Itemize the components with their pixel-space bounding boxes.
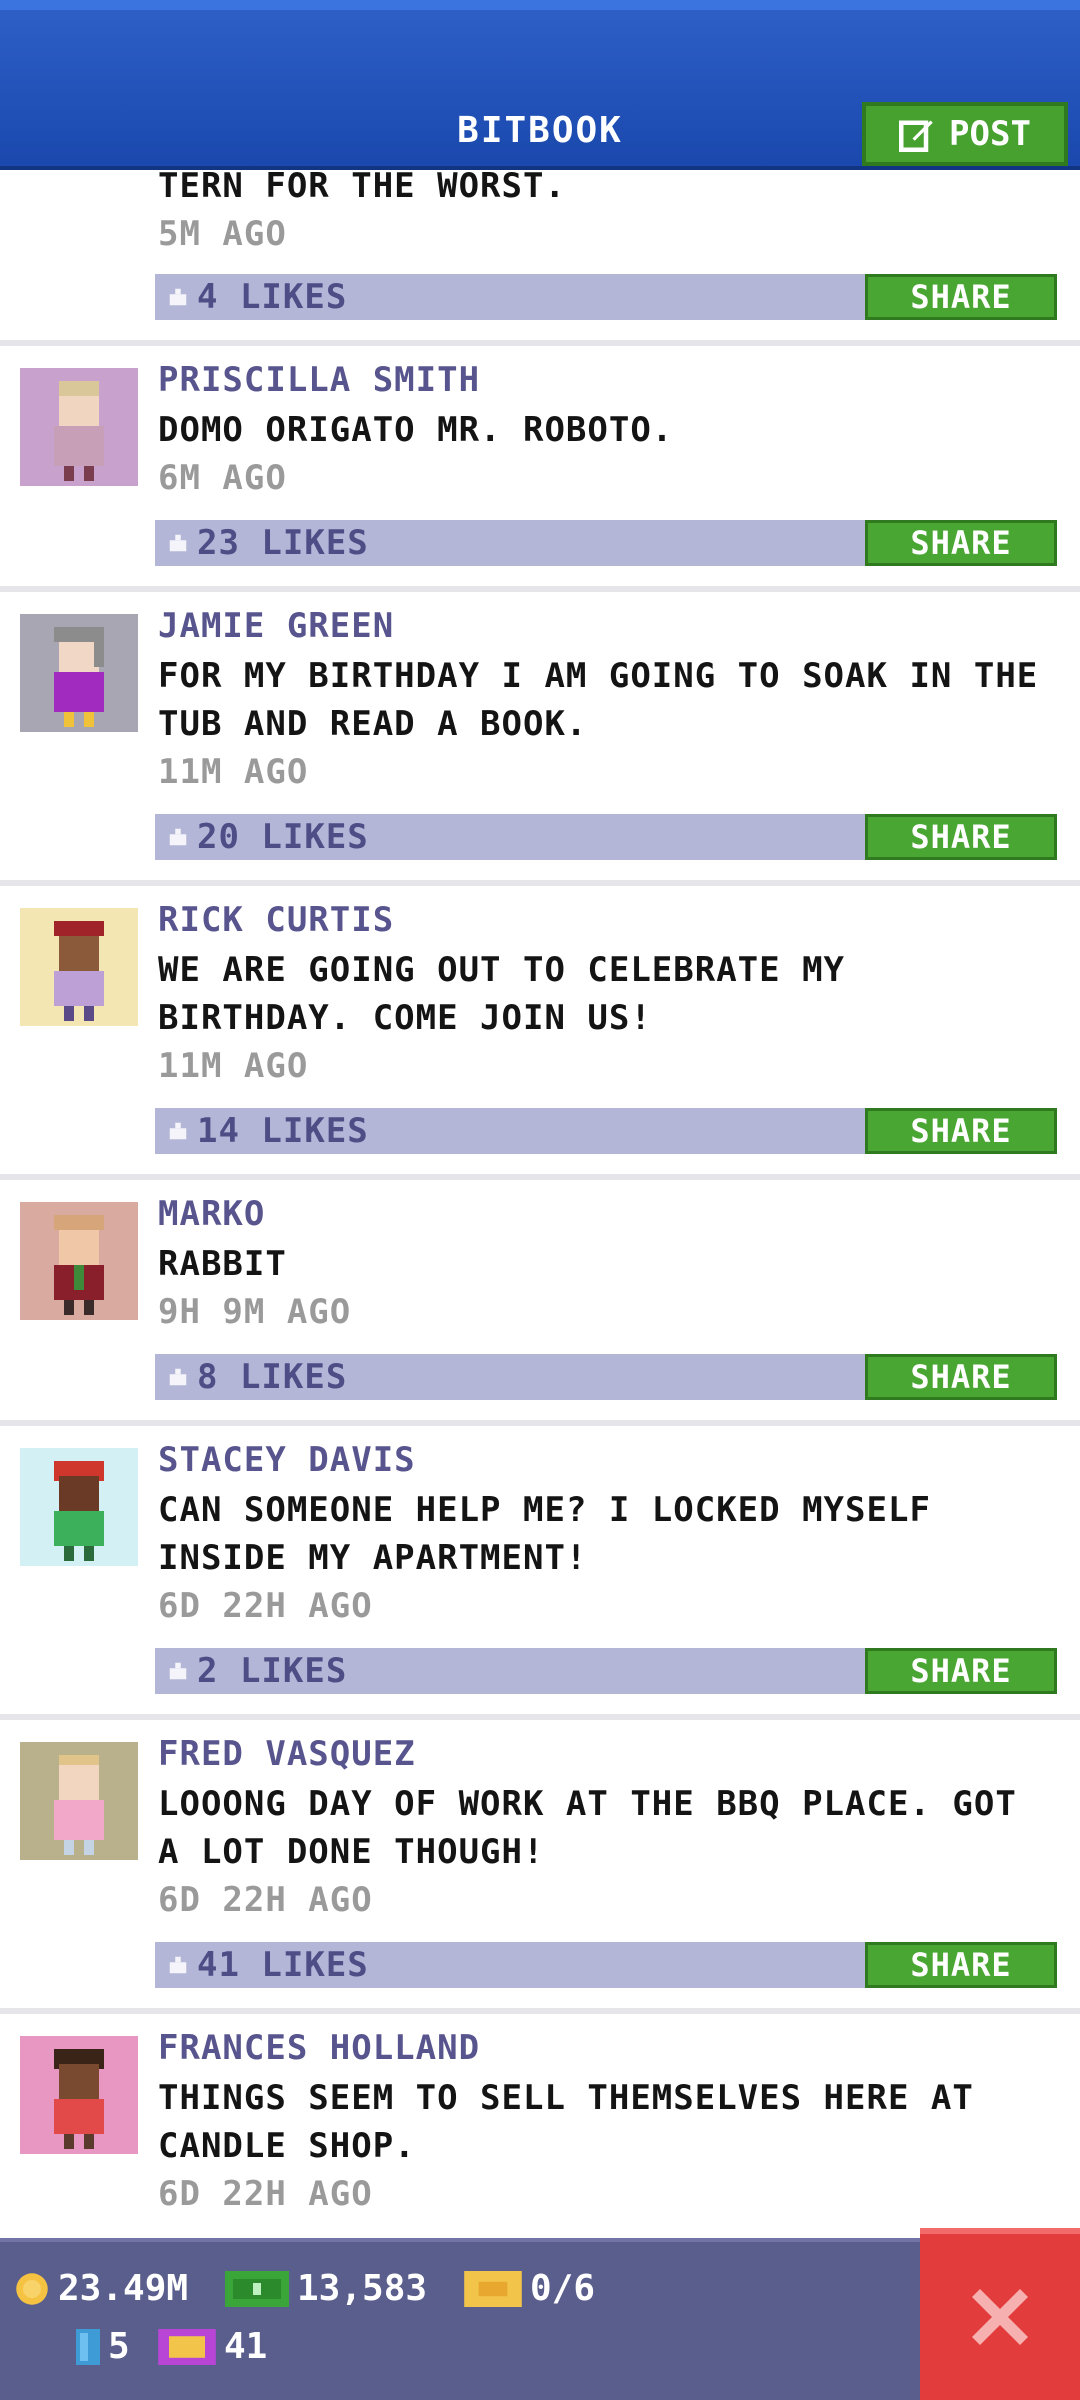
feed-post: FRANCES HOLLAND THINGS SEEM TO SELL THEM…	[0, 2014, 1080, 2238]
post-author[interactable]: FRANCES HOLLAND	[158, 2028, 480, 2068]
thumbs-up-icon	[169, 288, 187, 306]
post-time: 6D 22H AGO	[158, 1586, 373, 1626]
likes-bar: 20 LIKES SHARE	[155, 814, 1057, 860]
likes-count[interactable]: 14 LIKES	[167, 1110, 369, 1152]
likes-bar: 23 LIKES SHARE	[155, 520, 1057, 566]
likes-count[interactable]: 23 LIKES	[167, 522, 369, 564]
likes-count[interactable]: 8 LIKES	[167, 1356, 347, 1398]
coins-stat[interactable]: 23.49M	[14, 2268, 188, 2309]
post-message: FOR MY BIRTHDAY I AM GOING TO SOAK IN TH…	[158, 652, 1058, 796]
avatar-icon	[54, 2049, 104, 2149]
thumbs-up-icon	[169, 1122, 187, 1140]
avatar[interactable]	[20, 1202, 138, 1320]
post-time: 6M AGO	[158, 458, 287, 498]
app-header: BITBOOK POST	[0, 0, 1080, 170]
avatar[interactable]	[20, 908, 138, 1026]
likes-count[interactable]: 2 LIKES	[167, 1650, 347, 1692]
post-time: 6D 22H AGO	[158, 1880, 373, 1920]
edit-icon	[899, 120, 933, 152]
feed-post: PRISCILLA SMITH DOMO ORIGATO MR. ROBOTO.…	[0, 346, 1080, 586]
status-bar: 23.49M 13,583 0/6 5 41	[0, 2238, 920, 2400]
post-message: LOOONG DAY OF WORK AT THE BBQ PLACE. GOT…	[158, 1780, 1058, 1924]
share-button[interactable]: SHARE	[865, 274, 1057, 320]
feed-post: RICK CURTIS WE ARE GOING OUT TO CELEBRAT…	[0, 886, 1080, 1174]
avatar[interactable]	[20, 2036, 138, 2154]
avatar-icon	[54, 1215, 104, 1315]
avatar[interactable]	[20, 614, 138, 732]
vip-stat[interactable]: 41	[158, 2326, 267, 2367]
post-button[interactable]: POST	[862, 102, 1068, 166]
post-message: THINGS SEEM TO SELL THEMSELVES HERE AT C…	[158, 2074, 1058, 2218]
post-time: 9H 9M AGO	[158, 1292, 352, 1332]
keys-stat[interactable]: 5	[76, 2326, 130, 2367]
vip-ticket-icon	[158, 2328, 216, 2365]
avatar[interactable]	[20, 1742, 138, 1860]
post-time: 11M AGO	[158, 752, 309, 792]
avatar-icon	[54, 921, 104, 1021]
post-time: 11M AGO	[158, 1046, 309, 1086]
post-message: WE ARE GOING OUT TO CELEBRATE MY BIRTHDA…	[158, 946, 1058, 1090]
feed-post-partial: TERN FOR THE WORST. 5M AGO 4 LIKES SHARE	[0, 170, 1080, 340]
thumbs-up-icon	[169, 1956, 187, 1974]
likes-count[interactable]: 4 LIKES	[167, 276, 347, 318]
post-time: 5M AGO	[158, 214, 287, 254]
post-author[interactable]: MARKO	[158, 1194, 265, 1234]
post-author[interactable]: FRED VASQUEZ	[158, 1734, 416, 1774]
likes-bar: 4 LIKES SHARE	[155, 274, 1057, 320]
share-button[interactable]: SHARE	[865, 1354, 1057, 1400]
likes-count[interactable]: 20 LIKES	[167, 816, 369, 858]
thumbs-up-icon	[169, 828, 187, 846]
thumbs-up-icon	[169, 1662, 187, 1680]
share-button[interactable]: SHARE	[865, 1942, 1057, 1988]
share-button[interactable]: SHARE	[865, 1108, 1057, 1154]
post-message: RABBIT 9H 9M AGO	[158, 1240, 1058, 1336]
post-author[interactable]: PRISCILLA SMITH	[158, 360, 480, 400]
post-author[interactable]: JAMIE GREEN	[158, 606, 394, 646]
post-message: CAN SOMEONE HELP ME? I LOCKED MYSELF INS…	[158, 1486, 1058, 1630]
feed-post: MARKO RABBIT 9H 9M AGO 8 LIKES SHARE	[0, 1180, 1080, 1420]
likes-bar: 14 LIKES SHARE	[155, 1108, 1057, 1154]
post-author[interactable]: RICK CURTIS	[158, 900, 394, 940]
post-label: POST	[949, 114, 1031, 154]
likes-bar: 2 LIKES SHARE	[155, 1648, 1057, 1694]
avatar-icon	[54, 627, 104, 727]
avatar-icon	[54, 381, 104, 481]
close-icon	[972, 2289, 1028, 2345]
post-message: TERN FOR THE WORST.	[158, 170, 566, 206]
share-button[interactable]: SHARE	[865, 814, 1057, 860]
avatar[interactable]	[20, 368, 138, 486]
likes-count[interactable]: 41 LIKES	[167, 1944, 369, 1986]
close-button[interactable]	[920, 2228, 1080, 2400]
post-time: 6D 22H AGO	[158, 2174, 373, 2214]
bitbook-feed[interactable]: TERN FOR THE WORST. 5M AGO 4 LIKES SHARE…	[0, 170, 1080, 2238]
share-button[interactable]: SHARE	[865, 520, 1057, 566]
tickets-stat[interactable]: 0/6	[464, 2268, 595, 2309]
post-author[interactable]: STACEY DAVIS	[158, 1440, 416, 1480]
share-button[interactable]: SHARE	[865, 1648, 1057, 1694]
key-icon	[76, 2328, 100, 2365]
avatar[interactable]	[20, 1448, 138, 1566]
ticket-icon	[464, 2270, 522, 2307]
bux-icon	[225, 2270, 289, 2307]
avatar-icon	[54, 1461, 104, 1561]
likes-bar: 41 LIKES SHARE	[155, 1942, 1057, 1988]
feed-post: JAMIE GREEN FOR MY BIRTHDAY I AM GOING T…	[0, 592, 1080, 880]
feed-post: FRED VASQUEZ LOOONG DAY OF WORK AT THE B…	[0, 1720, 1080, 2008]
likes-bar: 8 LIKES SHARE	[155, 1354, 1057, 1400]
coin-icon	[16, 2272, 48, 2305]
post-message: DOMO ORIGATO MR. ROBOTO. 6M AGO	[158, 406, 1058, 502]
avatar-icon	[54, 1755, 104, 1855]
thumbs-up-icon	[169, 1368, 187, 1386]
feed-post: STACEY DAVIS CAN SOMEONE HELP ME? I LOCK…	[0, 1426, 1080, 1714]
bux-stat[interactable]: 13,583	[225, 2268, 427, 2309]
thumbs-up-icon	[169, 534, 187, 552]
